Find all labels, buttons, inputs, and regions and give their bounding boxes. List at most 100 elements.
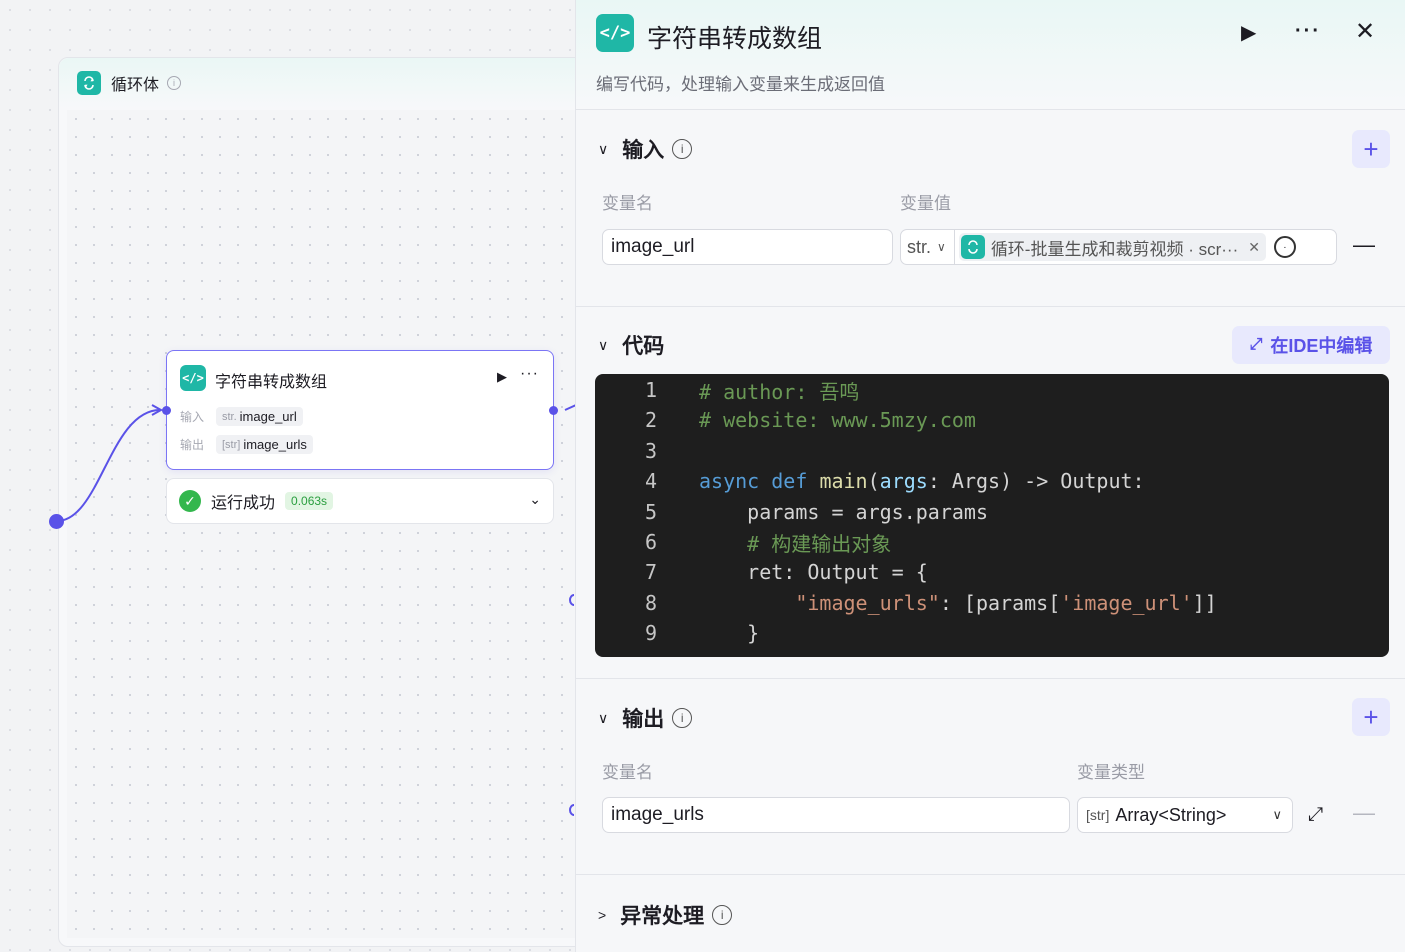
output-var-name-field[interactable]: image_urls xyxy=(602,797,1070,833)
node-output-row: 输出 [str] image_urls xyxy=(180,435,313,454)
panel-description[interactable]: 编写代码，处理输入变量来生成返回值 xyxy=(596,70,885,95)
param-name: image_url xyxy=(239,409,297,424)
line-number: 5 xyxy=(644,499,657,524)
info-icon[interactable]: i xyxy=(712,905,733,925)
code-line[interactable]: 9 } xyxy=(595,618,1389,648)
chevron-down-icon[interactable]: ∨ xyxy=(598,141,608,158)
code-text[interactable]: "image_urls": [params['image_url']] xyxy=(699,591,1216,615)
more-icon[interactable]: ··· xyxy=(1295,20,1321,43)
run-icon[interactable]: ▶ xyxy=(1241,20,1256,45)
line-number: 3 xyxy=(644,438,657,463)
node-input-param: str. image_url xyxy=(216,407,303,426)
field-value: image_url xyxy=(611,236,695,257)
code-line[interactable]: 1 # author: 吾鸣 xyxy=(595,375,1389,405)
variable-picker-icon[interactable]: · xyxy=(1273,236,1296,258)
line-number: 6 xyxy=(644,530,657,554)
line-number: 7 xyxy=(644,560,657,585)
code-text[interactable]: # author: 吾鸣 xyxy=(699,376,859,405)
type-value: Array<String> xyxy=(1115,804,1227,825)
type-badge: [str] xyxy=(222,438,241,451)
chevron-down-icon[interactable]: ∨ xyxy=(598,337,608,354)
node-title: 字符串转成数组 xyxy=(215,374,328,391)
code-node[interactable]: </> 字符串转成数组 ▶ ··· 输入 str. image_url 输出 [… xyxy=(162,350,558,470)
status-text: 运行成功 xyxy=(211,495,276,512)
code-editor[interactable]: 1 # author: 吾鸣 2 # website: www.5mzy.com 3 4 a… xyxy=(595,374,1389,657)
node-input-port[interactable] xyxy=(162,406,171,415)
run-icon[interactable]: ▶ xyxy=(497,369,507,385)
close-icon[interactable]: ✕ xyxy=(1355,17,1375,46)
run-status-bar[interactable]: ✓ 运行成功 0.063s ⌄ xyxy=(166,478,554,524)
field-value: image_urls xyxy=(611,804,704,825)
code-line[interactable]: 6 # 构建输出对象 xyxy=(595,527,1389,557)
remove-input-button[interactable]: — xyxy=(1353,232,1375,258)
col-label-type: 变量类型 xyxy=(1077,763,1145,782)
connection-edge xyxy=(56,404,576,816)
line-number: 8 xyxy=(644,590,657,615)
section-title: 输入 xyxy=(622,139,665,162)
line-number: 2 xyxy=(644,408,657,433)
output-section-header[interactable]: ∨ 输出 i xyxy=(598,703,693,733)
col-label-name: 变量名 xyxy=(602,763,653,782)
status-time-badge: 0.063s xyxy=(285,492,334,510)
node-input-row: 输入 str. image_url xyxy=(180,407,303,426)
code-icon: </> xyxy=(180,365,206,391)
workflow-canvas[interactable]: 循环体 i </> 字符串转成数组 ▶ ··· 输入 str. image_ur… xyxy=(0,0,600,952)
node-output-port[interactable] xyxy=(549,406,558,415)
output-section: ∨ 输出 i + 变量名 变量类型 image_urls [str] Array… xyxy=(576,679,1405,875)
error-section-header[interactable]: > 异常处理 i xyxy=(598,900,733,930)
reference-text: 循环-批量生成和裁剪视频 · scr··· xyxy=(990,239,1239,259)
output-type-select[interactable]: [str] Array<String> ∨ xyxy=(1077,797,1293,833)
ide-button-label: 在IDE中编辑 xyxy=(1270,336,1373,356)
code-line[interactable]: 8 "image_urls": [params['image_url']] xyxy=(595,588,1389,618)
clear-icon[interactable]: ✕ xyxy=(1248,239,1260,256)
code-text[interactable]: # website: www.5mzy.com xyxy=(699,408,976,432)
expand-icon[interactable]: ⤢ xyxy=(1308,804,1323,826)
line-number: 9 xyxy=(644,621,657,646)
code-line[interactable]: 2 # website: www.5mzy.com xyxy=(595,405,1389,435)
section-title: 异常处理 xyxy=(620,905,705,928)
code-text[interactable]: # 构建输出对象 xyxy=(699,528,891,557)
input-section: ∨ 输入 i + 变量名 变量值 image_url str. ∨ 循环-批量生… xyxy=(576,110,1405,307)
type-badge: [str] xyxy=(1086,807,1110,823)
code-text[interactable]: async def main(args: Args) -> Output: xyxy=(699,469,1145,493)
input-var-name-field[interactable]: image_url xyxy=(602,229,893,265)
remove-output-button[interactable]: — xyxy=(1353,800,1375,826)
param-name: image_urls xyxy=(243,437,307,452)
node-output-label: 输出 xyxy=(180,438,205,452)
line-number: 1 xyxy=(644,378,657,402)
info-icon[interactable]: i xyxy=(672,139,693,159)
chevron-down-icon[interactable]: ⌄ xyxy=(529,491,541,508)
panel-title[interactable]: 字符串转成数组 xyxy=(647,19,822,55)
chevron-down-icon[interactable]: ∨ xyxy=(598,710,608,727)
code-section-header[interactable]: ∨ 代码 xyxy=(598,330,664,360)
node-config-panel: </> 字符串转成数组 编写代码，处理输入变量来生成返回值 ▶ ··· ✕ ∨ … xyxy=(575,0,1405,952)
type-select[interactable]: str. xyxy=(901,237,937,258)
node-input-label: 输入 xyxy=(180,410,205,424)
code-text[interactable]: params = args.params xyxy=(699,500,988,524)
code-line[interactable]: 3 xyxy=(595,436,1389,466)
add-input-button[interactable]: + xyxy=(1352,130,1390,168)
loop-start-port[interactable] xyxy=(49,514,64,529)
input-section-header[interactable]: ∨ 输入 i xyxy=(598,134,693,164)
chevron-right-icon[interactable]: > xyxy=(598,907,606,923)
col-label-value: 变量值 xyxy=(900,194,951,213)
info-icon[interactable]: i xyxy=(672,708,693,728)
input-var-value-field[interactable]: str. ∨ 循环-批量生成和裁剪视频 · scr··· ✕ · xyxy=(900,229,1337,265)
line-number: 4 xyxy=(644,469,657,494)
chevron-down-icon[interactable]: ∨ xyxy=(1272,807,1282,823)
chevron-down-icon[interactable]: ∨ xyxy=(937,240,946,254)
check-icon: ✓ xyxy=(179,490,201,512)
type-badge: str. xyxy=(222,410,237,423)
code-text[interactable]: } xyxy=(699,621,759,645)
code-line[interactable]: 4 async def main(args: Args) -> Output: xyxy=(595,466,1389,496)
more-icon[interactable]: ··· xyxy=(520,365,539,383)
col-label-name: 变量名 xyxy=(602,194,653,213)
edit-in-ide-button[interactable]: ⤢ 在IDE中编辑 xyxy=(1232,326,1390,364)
code-line[interactable]: 5 params = args.params xyxy=(595,497,1389,527)
section-title: 代码 xyxy=(622,335,665,358)
add-output-button[interactable]: + xyxy=(1352,698,1390,736)
code-text[interactable]: ret: Output = { xyxy=(699,560,928,584)
code-line[interactable]: 7 ret: Output = { xyxy=(595,557,1389,587)
node-output-param: [str] image_urls xyxy=(216,435,313,454)
variable-reference-tag[interactable]: 循环-批量生成和裁剪视频 · scr··· ✕ xyxy=(958,233,1266,261)
